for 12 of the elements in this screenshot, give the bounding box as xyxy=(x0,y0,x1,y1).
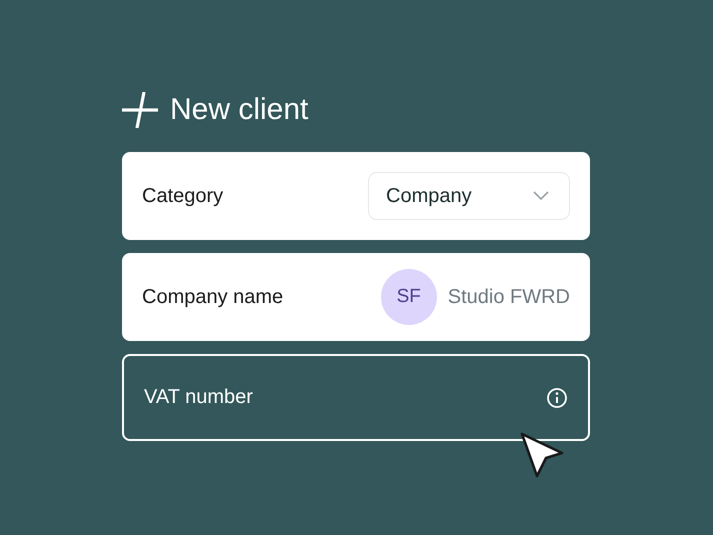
cursor-icon xyxy=(519,431,565,479)
input-field[interactable]: VAT number xyxy=(122,354,590,441)
category-dropdown[interactable]: Company xyxy=(368,172,570,220)
field-label: VAT number xyxy=(144,386,253,409)
form-title: New client xyxy=(170,93,308,127)
field-value: Studio FWRD xyxy=(448,286,570,308)
plus-icon xyxy=(122,92,158,128)
field-label: Category xyxy=(142,184,224,208)
avatar: SF xyxy=(380,269,437,325)
chevron-down-icon xyxy=(533,191,549,201)
info-icon[interactable] xyxy=(546,386,568,408)
field-label: Company name xyxy=(142,286,284,308)
